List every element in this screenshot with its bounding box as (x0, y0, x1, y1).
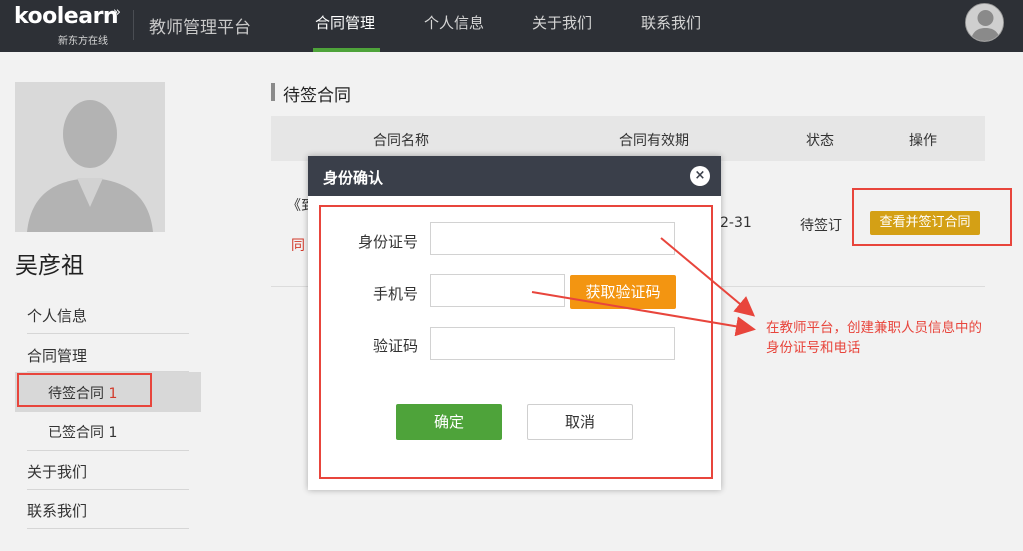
annotation-line-2: 身份证号和电话 (766, 340, 861, 356)
arrow-to-phone-field (531, 291, 756, 337)
annotation-arrows (531, 237, 756, 337)
annotation-line-1: 在教师平台，创建兼职人员信息中的 (766, 320, 982, 336)
arrow-to-id-field (660, 237, 756, 317)
annotation-note: 在教师平台，创建兼职人员信息中的 身份证号和电话 (766, 318, 982, 358)
